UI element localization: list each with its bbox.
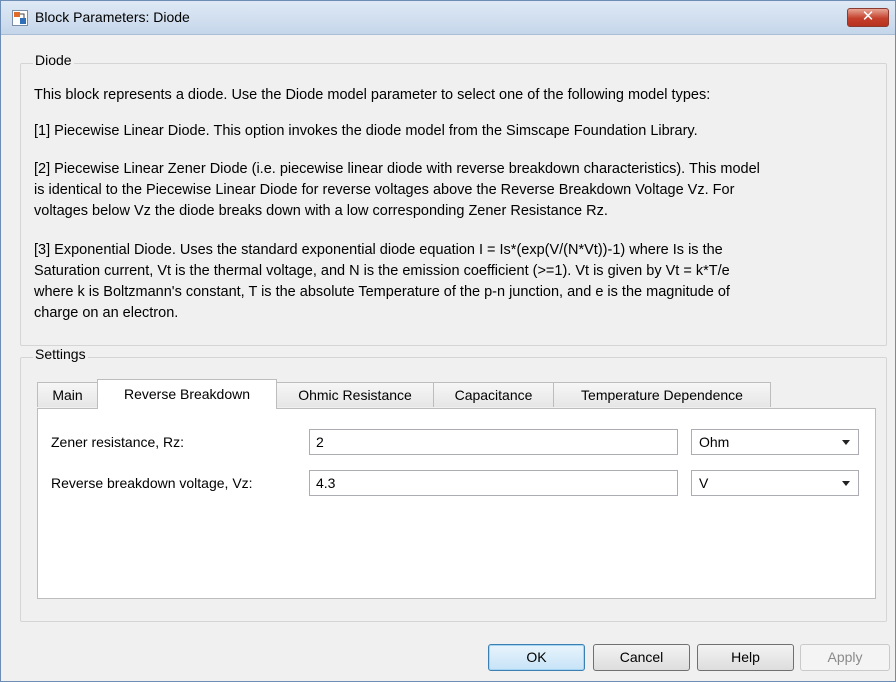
reverse-breakdown-voltage-unit-select[interactable]: V	[691, 470, 859, 496]
close-icon: ✕	[861, 7, 875, 25]
ok-button[interactable]: OK	[488, 644, 585, 671]
description-model-3-line-1: [3] Exponential Diode. Uses the standard…	[34, 242, 723, 258]
diode-group-label: Diode	[33, 52, 74, 68]
reverse-breakdown-voltage-label: Reverse breakdown voltage, Vz:	[51, 475, 253, 491]
description-intro: This block represents a diode. Use the D…	[34, 87, 711, 103]
simulink-block-icon	[12, 10, 28, 26]
settings-group-label: Settings	[33, 346, 88, 362]
tab-temperature-dependence[interactable]: Temperature Dependence	[553, 382, 771, 407]
zener-resistance-unit-value: Ohm	[699, 434, 730, 450]
tab-main[interactable]: Main	[37, 382, 98, 407]
reverse-breakdown-voltage-unit-value: V	[699, 475, 709, 491]
description-model-1: [1] Piecewise Linear Diode. This option …	[34, 123, 698, 139]
window-title: Block Parameters: Diode	[35, 9, 190, 25]
tab-ohmic-resistance[interactable]: Ohmic Resistance	[276, 382, 434, 407]
reverse-breakdown-voltage-input[interactable]	[309, 470, 678, 496]
zener-resistance-unit-select[interactable]: Ohm	[691, 429, 859, 455]
diode-description: This block represents a diode. Use the D…	[34, 85, 884, 345]
description-model-3-line-2: Saturation current, Vt is the thermal vo…	[34, 263, 730, 279]
description-model-2-line-3: voltages below Vz the diode breaks down …	[34, 203, 608, 219]
zener-resistance-label: Zener resistance, Rz:	[51, 434, 185, 450]
apply-button[interactable]: Apply	[800, 644, 890, 671]
close-button[interactable]: ✕	[847, 7, 889, 27]
description-model-2-line-2: is identical to the Piecewise Linear Dio…	[34, 182, 735, 198]
tab-reverse-breakdown[interactable]: Reverse Breakdown	[97, 379, 277, 409]
reverse-breakdown-panel: Zener resistance, Rz: Ohm Reverse breakd…	[37, 408, 876, 599]
description-model-3-line-3: where k is Boltzmann's constant, T is th…	[34, 284, 730, 300]
description-model-3-line-4: charge on an electron.	[34, 305, 179, 321]
block-parameters-dialog: Block Parameters: Diode ✕ Diode This blo…	[0, 0, 896, 682]
tab-capacitance[interactable]: Capacitance	[433, 382, 554, 407]
help-button[interactable]: Help	[697, 644, 794, 671]
cancel-button[interactable]: Cancel	[593, 644, 690, 671]
title-bar[interactable]: Block Parameters: Diode ✕	[1, 1, 895, 35]
description-model-2-line-1: [2] Piecewise Linear Zener Diode (i.e. p…	[34, 161, 760, 177]
chevron-down-icon	[842, 481, 850, 486]
chevron-down-icon	[842, 440, 850, 445]
zener-resistance-input[interactable]	[309, 429, 678, 455]
